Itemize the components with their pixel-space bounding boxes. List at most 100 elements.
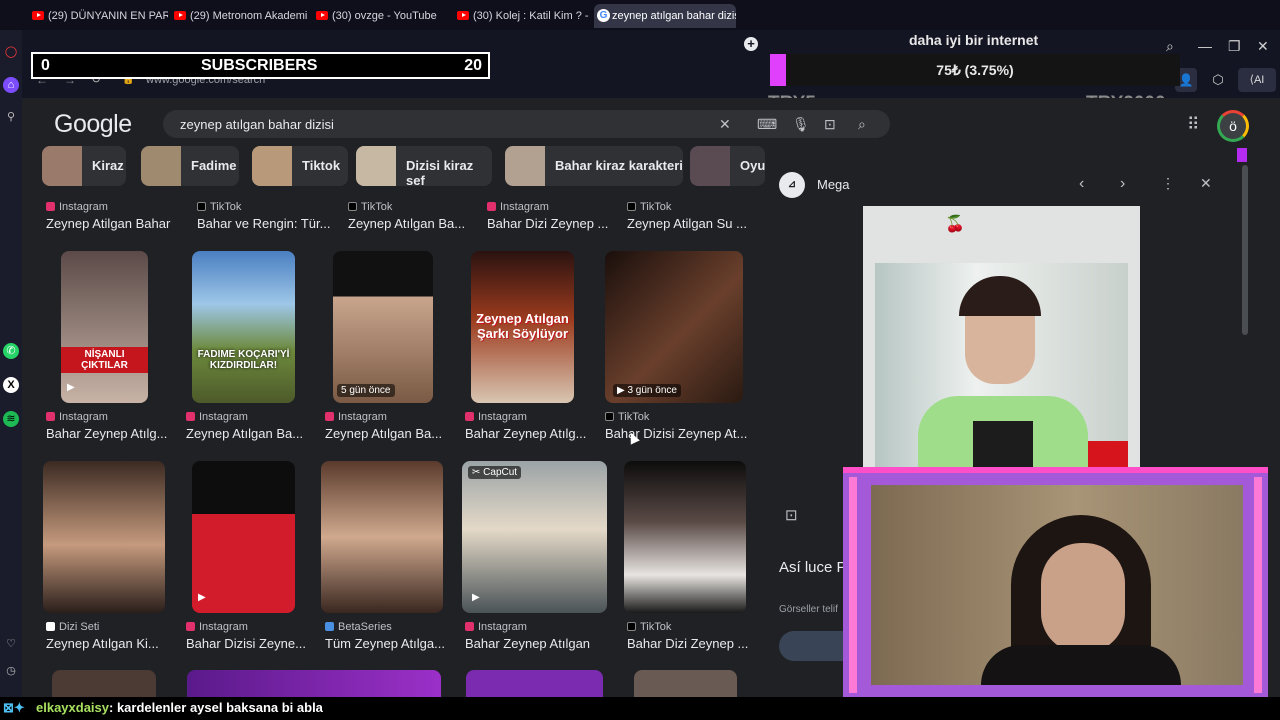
instagram-icon <box>46 202 55 211</box>
ai-button[interactable]: ⟨AI <box>1238 68 1276 92</box>
search-icon[interactable]: ⌕ <box>858 116 866 133</box>
search-box[interactable]: zeynep atılgan bahar dizisi ✕ ⌨ 🎙 ⊡ ⌕ <box>163 110 890 138</box>
tab-3[interactable]: (30) ovzge - YouTube <box>314 4 452 28</box>
result-title[interactable]: Zeynep Atilgan Su ... <box>627 216 747 231</box>
extensions-icon[interactable]: ⬡ <box>1207 68 1229 92</box>
clear-icon[interactable]: ✕ <box>719 116 731 133</box>
chat-username: elkayxdaisy <box>36 700 110 715</box>
result-image[interactable] <box>43 461 165 613</box>
scrollbar[interactable] <box>1242 165 1248 335</box>
result-title[interactable]: Bahar Zeynep Atılg... <box>46 426 167 441</box>
lens-icon[interactable]: ⊡ <box>824 116 836 133</box>
tab-1[interactable]: (29) DÜNYANIN EN PARA <box>30 4 168 28</box>
result-title[interactable]: Bahar Dizi Zeynep ... <box>487 216 608 231</box>
instagram-icon <box>487 202 496 211</box>
result-image[interactable]: ▶ 3 gün önce <box>605 251 743 403</box>
chip-bahar-kiraz-karakteri[interactable]: Bahar kiraz karakteri <box>505 146 683 186</box>
diziseti-icon <box>46 622 55 631</box>
result-title[interactable]: Zeynep Atılgan Ba... <box>325 426 442 441</box>
result-title[interactable]: Bahar Dizisi Zeyne... <box>186 636 306 651</box>
result-image[interactable]: ✂ CapCut ▶ <box>462 461 607 613</box>
tiktok-icon <box>605 412 614 421</box>
keyboard-icon[interactable]: ⌨ <box>757 116 777 133</box>
result-source: Instagram <box>186 621 248 633</box>
microphone-icon[interactable]: 🎙 <box>792 116 810 133</box>
chip-tiktok[interactable]: Tiktok <box>252 146 348 186</box>
tab-2[interactable]: (29) Metronom Akademi | <box>172 4 310 28</box>
chip-kiraz[interactable]: Kiraz <box>42 146 126 186</box>
close-preview-icon[interactable]: ✕ <box>1200 175 1212 192</box>
preview-source[interactable]: Mega <box>817 177 850 192</box>
search-tabs-icon[interactable]: ⌕ <box>1166 38 1174 55</box>
result-image[interactable] <box>321 461 443 613</box>
result-image[interactable]: ▶ <box>192 461 295 613</box>
result-title[interactable]: Bahar Dizi Zeynep ... <box>627 636 748 651</box>
webcam-person-body <box>981 645 1181 685</box>
subscriber-count-start: 0 <box>41 57 50 74</box>
result-image[interactable]: 5 gün önce <box>333 251 433 403</box>
thumb-caption: 5 gün önce <box>337 384 395 397</box>
instagram-icon <box>325 412 334 421</box>
result-title[interactable]: Bahar ve Rengin: Tür... <box>197 216 330 231</box>
frame-stripe <box>849 477 857 693</box>
result-title[interactable]: Zeynep Atılgan Ba... <box>186 426 303 441</box>
search-query[interactable]: zeynep atılgan bahar dizisi <box>180 117 334 132</box>
chat-text: : kardelenler aysel baksana bi abla <box>109 700 323 715</box>
pin-icon[interactable]: ⚲ <box>3 109 19 125</box>
heart-icon[interactable]: ♡ <box>3 636 19 652</box>
chip-dizisi-kiraz-sef[interactable]: Dizisi kiraz sef <box>356 146 492 188</box>
result-image[interactable]: FADIME KOÇARI'Yİ KIZDIRDILAR! <box>192 251 295 403</box>
result-source: Instagram <box>46 411 108 423</box>
chat-message: elkayxdaisy: kardelenler aysel baksana b… <box>36 700 323 715</box>
account-avatar[interactable]: ö <box>1217 110 1249 142</box>
result-image[interactable] <box>624 461 746 613</box>
chip-thumb <box>141 146 181 186</box>
maximize-icon[interactable]: ❐ <box>1228 38 1241 55</box>
result-source: Instagram <box>325 411 387 423</box>
home-icon[interactable]: ⌂ <box>3 77 19 93</box>
preview-image[interactable]: 🍒 <box>863 206 1140 511</box>
tab-4[interactable]: (30) Kolej : Katil Kim ? - Ye <box>455 4 590 28</box>
screen: ◯ ⌂ ⚲ ✆ X ≋ ♡ ◷ (29) DÜNYANIN EN PARA (2… <box>0 0 1280 720</box>
chip-oyun[interactable]: Oyun <box>690 146 765 186</box>
result-title[interactable]: Bahar Zeynep Atılg... <box>465 426 586 441</box>
tab-active[interactable]: Gzeynep atılgan bahar dizisi <box>594 4 736 28</box>
capcut-badge: ✂ CapCut <box>468 466 522 479</box>
previous-icon[interactable]: ‹ <box>1079 175 1084 193</box>
result-source: TikTok <box>197 201 241 213</box>
next-icon[interactable]: › <box>1120 175 1125 193</box>
apps-grid-icon[interactable]: ⠿ <box>1187 115 1199 135</box>
result-image[interactable]: NİŞANLI ÇIKTILAR ▶ <box>61 251 148 403</box>
google-logo[interactable]: Google <box>54 110 132 139</box>
instagram-icon <box>465 622 474 631</box>
x-icon[interactable]: X <box>3 377 19 393</box>
youtube-icon <box>316 11 328 20</box>
spotify-icon[interactable]: ≋ <box>3 411 19 427</box>
result-source: TikTok <box>605 411 649 423</box>
video-play-icon: ▶ <box>472 592 480 603</box>
opera-icon[interactable]: ◯ <box>3 44 19 60</box>
result-title[interactable]: Bahar Zeynep Atılgan <box>465 636 590 651</box>
result-source: TikTok <box>627 201 671 213</box>
result-source: Dizi Seti <box>46 621 99 633</box>
result-source: Instagram <box>487 201 549 213</box>
betaseries-icon <box>325 622 334 631</box>
youtube-icon <box>174 11 186 20</box>
result-title[interactable]: Tüm Zeynep Atılga... <box>325 636 445 651</box>
result-source: TikTok <box>627 621 671 633</box>
tiktok-icon <box>627 622 636 631</box>
minimize-icon[interactable]: — <box>1198 38 1212 54</box>
lens-search-icon[interactable]: ⊡ <box>785 506 798 524</box>
chip-fadime[interactable]: Fadime <box>141 146 239 186</box>
webcam-video <box>871 485 1243 685</box>
result-title[interactable]: Zeynep Atilgan Bahar <box>46 216 170 231</box>
result-title[interactable]: Zeynep Atılgan Ba... <box>348 216 465 231</box>
more-options-icon[interactable]: ⋮ <box>1161 175 1175 192</box>
history-icon[interactable]: ◷ <box>3 663 19 679</box>
new-tab-icon[interactable]: + <box>744 37 758 51</box>
goal-title: daha iyi bir internet <box>909 32 1039 48</box>
result-title[interactable]: Zeynep Atılgan Ki... <box>46 636 159 651</box>
whatsapp-icon[interactable]: ✆ <box>3 343 19 359</box>
close-window-icon[interactable]: ✕ <box>1257 38 1269 55</box>
result-image[interactable]: Zeynep Atılgan Şarkı Söylüyor <box>471 251 574 403</box>
